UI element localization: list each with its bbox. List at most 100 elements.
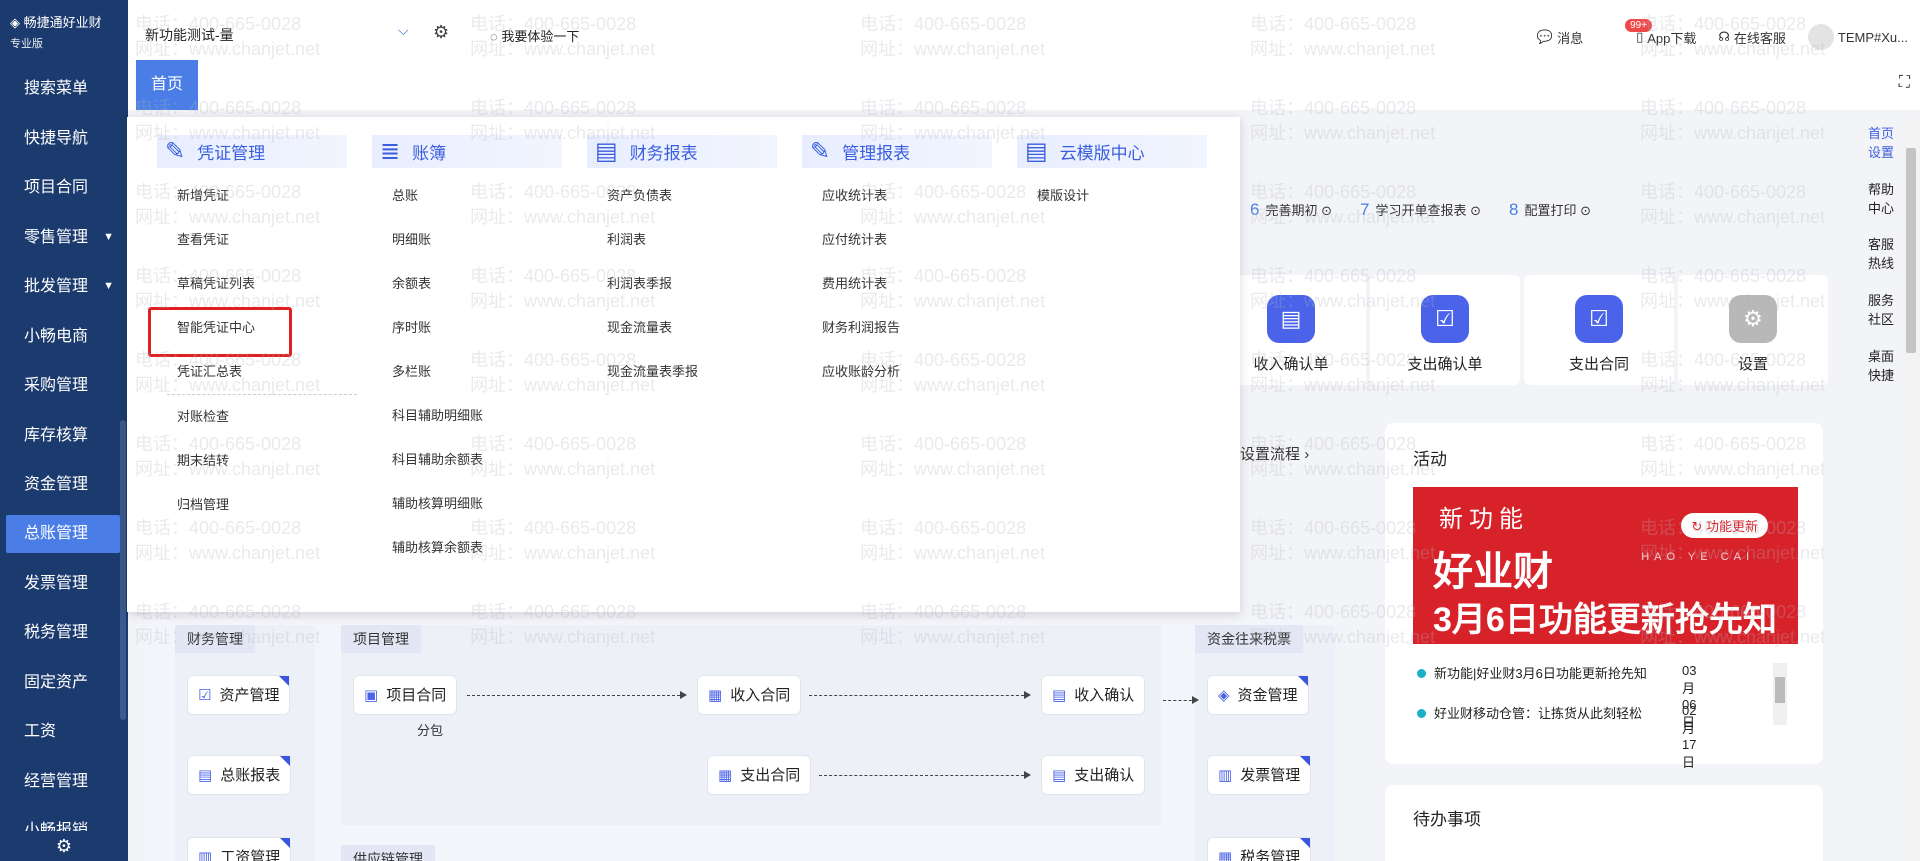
sidebar-item[interactable]: 工资 [0, 707, 128, 757]
gear-icon[interactable]: ⚙ [433, 22, 449, 43]
online-service-button[interactable]: ☊ 在线客服 [1718, 28, 1786, 47]
flow-node-income-contract[interactable]: ▦ 收入合同 [697, 675, 802, 715]
messages-label: 消息 [1557, 30, 1584, 46]
menu-item[interactable]: 应收统计表 [802, 174, 992, 218]
menu-item[interactable]: 余额表 [372, 262, 562, 306]
flow-node-project-contract[interactable]: ▣ 项目合同 [353, 675, 458, 715]
onboarding-step[interactable]: 6 完善期初 ⊙ [1250, 200, 1332, 220]
sidebar-item[interactable]: 资金管理 [0, 460, 128, 510]
sidebar-item[interactable]: 小畅电商 [0, 312, 128, 362]
salary-icon: ▥ [198, 849, 213, 861]
menu-item[interactable]: 应付统计表 [802, 218, 992, 262]
page-scrollbar[interactable] [1902, 118, 1920, 861]
menu-item[interactable]: 利润表 [587, 218, 777, 262]
news-item[interactable]: 新功能|好业财3月6日功能更新抢先知 03月06日 [1417, 663, 1696, 730]
menu-item[interactable]: 财务利润报告 [802, 306, 992, 350]
sidebar-item[interactable]: 库存核算 [0, 411, 128, 461]
shortcut-card[interactable]: ☑ 支出确认单 [1370, 275, 1520, 385]
page-scroll-thumb[interactable] [1906, 148, 1916, 353]
general-ledger-menu: ✎ 凭证管理 新增凭证 查看凭证 草稿凭证列表 智能凭证中心 凭证汇总表 对账检查 期末结转 归档… [127, 117, 1240, 612]
menu-item[interactable]: 期末结转 [157, 439, 357, 483]
flow-node-expense-confirm[interactable]: ▤ 支出确认 [1041, 755, 1146, 795]
menu-item[interactable]: 模版设计 [1017, 174, 1207, 218]
sidebar-item[interactable]: 采购管理 [0, 361, 128, 411]
rail-link[interactable]: 桌面 快捷 [1862, 348, 1900, 386]
fullscreen-icon[interactable]: ⛶ [1899, 74, 1910, 92]
flow-node-ledger[interactable]: ▤ 总账报表 [187, 755, 292, 795]
menu-item[interactable]: 草稿凭证列表 [157, 262, 357, 306]
banner-watermark-text: HAO YE CAI [1641, 551, 1754, 563]
flow-node-tax[interactable]: ▦ 税务管理 [1207, 837, 1312, 861]
setup-flow-link[interactable]: 设置流程 › [1240, 443, 1309, 464]
onboarding-step[interactable]: 7 学习开单查报表 ⊙ [1360, 200, 1481, 220]
todo-title: 待办事项 [1413, 810, 1481, 829]
menu-column-header: ▤ 云模版中心 [1017, 135, 1207, 168]
menu-item[interactable]: 归档管理 [157, 483, 357, 527]
flow-node-income-confirm[interactable]: ▤ 收入确认 [1041, 675, 1146, 715]
menu-item[interactable]: 明细账 [372, 218, 562, 262]
sidebar-scrollbar[interactable] [120, 420, 126, 720]
menu-item[interactable]: 资产负债表 [587, 174, 777, 218]
message-icon: 💬 [1536, 29, 1554, 44]
menu-item[interactable]: 多栏账 [372, 350, 562, 394]
menu-item[interactable]: 利润表季报 [587, 262, 777, 306]
rail-link[interactable]: 服务 社区 [1862, 292, 1900, 330]
menu-item[interactable]: 序时账 [372, 306, 562, 350]
flow-node-invoice[interactable]: ▥ 发票管理 [1207, 755, 1312, 795]
sidebar-item[interactable]: 零售管理 ▼ [0, 213, 128, 263]
chevron-down-icon[interactable]: ⌵ [398, 22, 409, 39]
sidebar-item[interactable]: 经营管理 [0, 757, 128, 807]
menu-item[interactable]: 新增凭证 [157, 174, 357, 218]
ledger-label: 总账报表 [220, 767, 281, 784]
shortcut-card[interactable]: ⚙ 设置 [1678, 275, 1828, 385]
sidebar-item-label: 零售管理 [24, 228, 89, 246]
rail-link[interactable]: 帮助 中心 [1862, 181, 1900, 219]
messages-button[interactable]: 💬 消息 99+ [1536, 18, 1653, 47]
user-menu[interactable]: TEMP#Xu... [1807, 24, 1908, 50]
news-scroll-thumb[interactable] [1775, 677, 1785, 703]
try-experience-link[interactable]: ◌ 我要体验一下 [490, 26, 579, 45]
sidebar-item[interactable]: 快捷导航 [0, 114, 128, 164]
company-selector[interactable]: 新功能测试-量 [145, 25, 234, 45]
shortcut-card[interactable]: ☑ 支出合同 [1524, 275, 1674, 385]
app-download-button[interactable]: ▯ App下载 [1636, 28, 1696, 47]
flow-node-expense-contract[interactable]: ▦ 支出合同 [707, 755, 812, 795]
menu-item[interactable]: 科目辅助余额表 [372, 438, 562, 482]
menu-item[interactable]: 应收账龄分析 [802, 350, 992, 394]
menu-item[interactable]: 对账检查 [157, 395, 357, 439]
menu-item[interactable]: 现金流量表季报 [587, 350, 777, 394]
sidebar-item[interactable]: 批发管理 ▼ [0, 262, 128, 312]
flow-group-finance [175, 625, 315, 861]
menu-item[interactable]: 费用统计表 [802, 262, 992, 306]
menu-item[interactable]: 科目辅助明细账 [372, 394, 562, 438]
avatar [1807, 24, 1834, 50]
clipboard-icon: ☑ [198, 687, 212, 704]
banner-line3: 3月6日功能更新抢先知 [1433, 592, 1777, 641]
rail-link[interactable]: 客服 热线 [1862, 236, 1900, 274]
activity-banner[interactable]: 新功能 好业财 3月6日功能更新抢先知 ↻ 功能更新 HAO YE CAI [1413, 487, 1798, 644]
sidebar-item[interactable]: 发票管理 [0, 559, 128, 609]
sidebar-item[interactable]: 总账管理 [6, 514, 120, 553]
flow-node-salary[interactable]: ▥ 工资管理 [187, 837, 292, 861]
news-item[interactable]: 好业财移动仓管：让拣货从此刻轻松 02月17日 [1417, 703, 1696, 770]
menu-item[interactable]: 辅助核算明细账 [372, 482, 562, 526]
onboarding-step[interactable]: 8 配置打印 ⊙ [1509, 200, 1591, 220]
menu-item[interactable]: 总账 [372, 174, 562, 218]
sidebar-item[interactable]: 税务管理 [0, 608, 128, 658]
banner-line1: 新功能 [1439, 506, 1529, 533]
tab-home[interactable]: 首页 [136, 60, 198, 110]
flow-node-funds[interactable]: ◈ 资金管理 [1207, 675, 1309, 715]
menu-header-icon: ✎ [810, 138, 831, 165]
sidebar-item[interactable]: 项目合同 [0, 163, 128, 213]
news-scrollbar[interactable] [1773, 663, 1787, 725]
flow-arrow [1163, 696, 1199, 704]
settings-gear-icon[interactable]: ⚙ [0, 831, 128, 861]
menu-item[interactable]: 现金流量表 [587, 306, 777, 350]
sidebar-item[interactable]: 固定资产 [0, 658, 128, 708]
sidebar-item[interactable]: 搜索菜单 [0, 64, 128, 114]
app-logo[interactable]: ◈ 畅捷通好业财 专业版 [0, 0, 128, 64]
flow-node-asset[interactable]: ☑ 资产管理 [187, 675, 291, 715]
rail-link[interactable]: 首页 设置 [1862, 125, 1900, 163]
menu-item[interactable]: 辅助核算余额表 [372, 526, 562, 570]
menu-item[interactable]: 查看凭证 [157, 218, 357, 262]
